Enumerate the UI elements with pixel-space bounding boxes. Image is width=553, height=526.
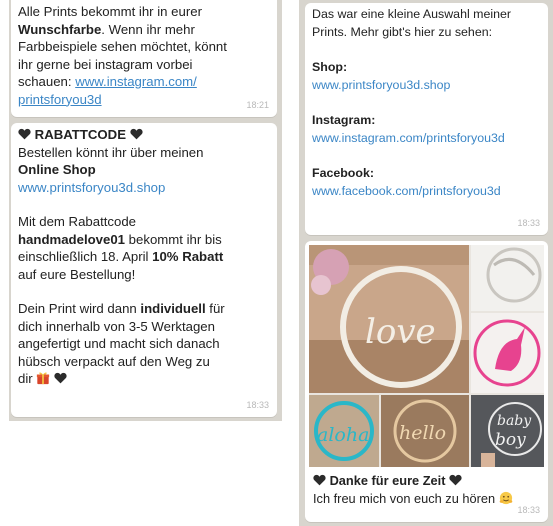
black-heart-icon (449, 474, 462, 486)
message-timestamp: 18:33 (246, 399, 269, 410)
photo-collage[interactable]: love aloha hello baby boy (309, 245, 544, 467)
shop-link[interactable]: www.printsforyou3d.shop (18, 180, 165, 195)
message-text: bekommt ihr bis (125, 231, 222, 247)
message-timestamp: 18:21 (246, 99, 269, 110)
collage-graphic: love aloha hello baby boy (309, 245, 544, 467)
message-text: Prints. Mehr gibt's hier zu sehen: (312, 24, 493, 39)
instagram-link[interactable]: www.instagram.com/printsforyou3d (312, 131, 505, 145)
message-text: ihr gerne bei instagram vorbei (18, 56, 193, 72)
message-text: schauen: (18, 74, 76, 89)
black-heart-icon (313, 474, 326, 486)
message-bubble-photo: love aloha hello baby boy Danke für eure… (305, 241, 548, 522)
message-text: . Wenn ihr mehr (101, 21, 195, 37)
message-timestamp: 18:33 (517, 217, 540, 228)
message-text: Mit dem Rabattcode (18, 214, 137, 229)
message-text: Farbbeispiele sehen möchtet, könnt (18, 39, 227, 54)
chat-column-right: Das war eine kleine Auswahl meiner Print… (299, 0, 553, 526)
black-heart-icon (18, 128, 31, 140)
black-heart-icon (130, 128, 143, 140)
message-text: Das war eine kleine Auswahl meiner (312, 7, 512, 21)
instagram-label: Instagram: (312, 113, 376, 127)
discount-code: handmadelove01 (18, 231, 126, 247)
caption-title: Danke für eure Zeit (329, 473, 446, 488)
message-bold-text: Wunschfarbe (18, 21, 102, 37)
message-text: Alle Prints bekommt ihr in eurer (18, 4, 202, 19)
message-text: einschließlich 18. April (18, 249, 153, 264)
facebook-label: Facebook: (312, 166, 374, 180)
hugging-face-icon (499, 491, 512, 505)
hello-word: hello (399, 422, 446, 444)
message-text: angefertigt und macht sich danach (18, 336, 220, 351)
message-text: Dein Print wird dann (18, 301, 141, 316)
discount-amount: 10% Rabatt (152, 249, 224, 264)
caption-text: Ich freu mich von euch zu hören (313, 491, 496, 506)
shop-link[interactable]: www.printsforyou3d.shop (312, 78, 450, 92)
message-text: Bestellen könnt ihr über meinen (18, 144, 204, 160)
black-heart-icon (54, 372, 67, 384)
message-text: für (205, 301, 225, 316)
message-bubble-links: Das war eine kleine Auswahl meiner Print… (305, 3, 548, 235)
message-text: dir (18, 371, 33, 386)
instagram-link[interactable]: www.instagram.com/ (75, 74, 197, 89)
shop-label: Shop: (312, 60, 348, 74)
boy-word: boy (495, 430, 526, 450)
aloha-word: aloha (317, 424, 369, 446)
facebook-link[interactable]: www.facebook.com/printsforyou3d (312, 184, 501, 198)
instagram-link-continued[interactable]: printsforyou3d (18, 92, 102, 107)
message-text: hübsch verpackt auf den Weg zu (18, 353, 210, 369)
message-timestamp: 18:33 (517, 504, 540, 515)
message-bold-text: individuell (140, 301, 206, 316)
gift-icon (37, 372, 50, 385)
discount-title: RABATTCODE (34, 127, 126, 142)
chat-column-left: Alle Prints bekommt ihr in eurer Wunschf… (9, 0, 282, 421)
message-bold-text: Online Shop (18, 162, 96, 177)
message-text: dich innerhalb von 3-5 Werktagen (18, 318, 215, 334)
message-text: auf eure Bestellung! (18, 266, 136, 282)
message-bubble-rabattcode: RABATTCODE Bestellen könnt ihr über mein… (11, 123, 277, 417)
baby-word: baby (497, 413, 532, 429)
message-bubble-farbe: Alle Prints bekommt ihr in eurer Wunschf… (11, 0, 277, 117)
love-word: love (365, 312, 436, 352)
